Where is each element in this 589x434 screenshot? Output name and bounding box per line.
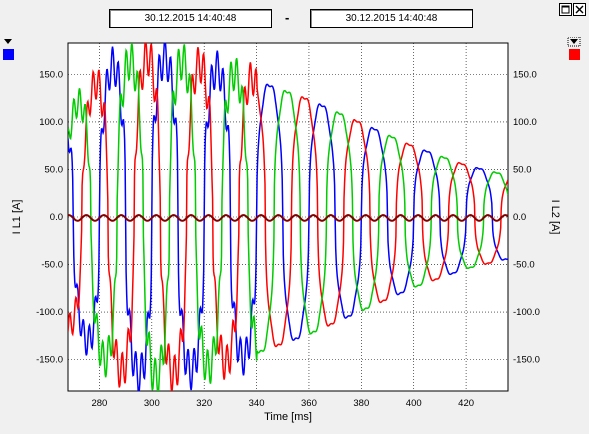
y-right-tick-label: 0.0 xyxy=(513,212,526,223)
x-tick-label: 420 xyxy=(458,398,474,409)
x-tick-label: 340 xyxy=(249,398,265,409)
y-left-tick-label: 0.0 xyxy=(50,212,63,223)
x-tick-label: 400 xyxy=(406,398,422,409)
y-right-tick-label: 150.0 xyxy=(513,69,537,80)
y-left-tick-label: -50.0 xyxy=(41,260,63,271)
y-axis-label-right: I L2 [A] xyxy=(549,200,561,235)
y-right-tick-labels: 150.0 100.0 50.0 0.0 -50.0 -100.0 -150.0 xyxy=(513,69,540,365)
x-tick-label: 280 xyxy=(91,398,107,409)
y-left-tick-label: -150.0 xyxy=(36,355,63,366)
x-tick-label: 360 xyxy=(301,398,317,409)
y-axis-label-left: I L1 [A] xyxy=(11,200,23,235)
y-right-tick-label: -50.0 xyxy=(513,260,535,271)
x-tick-labels: 280 300 320 340 360 380 400 420 xyxy=(91,398,474,409)
y-left-tick-labels: 150.0 100.0 50.0 0.0 -50.0 -100.0 -150.0 xyxy=(36,69,63,365)
x-axis-label: Time [ms] xyxy=(264,411,312,423)
x-tick-label: 380 xyxy=(353,398,369,409)
y-right-tick-label: 100.0 xyxy=(513,117,537,128)
y-left-tick-label: 150.0 xyxy=(39,69,63,80)
y-right-tick-label: -100.0 xyxy=(513,307,540,318)
y-right-tick-label: -150.0 xyxy=(513,355,540,366)
y-left-tick-label: 100.0 xyxy=(39,117,63,128)
x-tick-label: 300 xyxy=(144,398,160,409)
current-waveform-chart: 280 300 320 340 360 380 400 420 150.0 100.0 50.0 0… xyxy=(11,42,561,423)
x-tick-label: 320 xyxy=(196,398,212,409)
y-left-tick-label: 50.0 xyxy=(45,164,64,175)
y-right-tick-label: 50.0 xyxy=(513,164,532,175)
y-left-tick-label: -100.0 xyxy=(36,307,63,318)
